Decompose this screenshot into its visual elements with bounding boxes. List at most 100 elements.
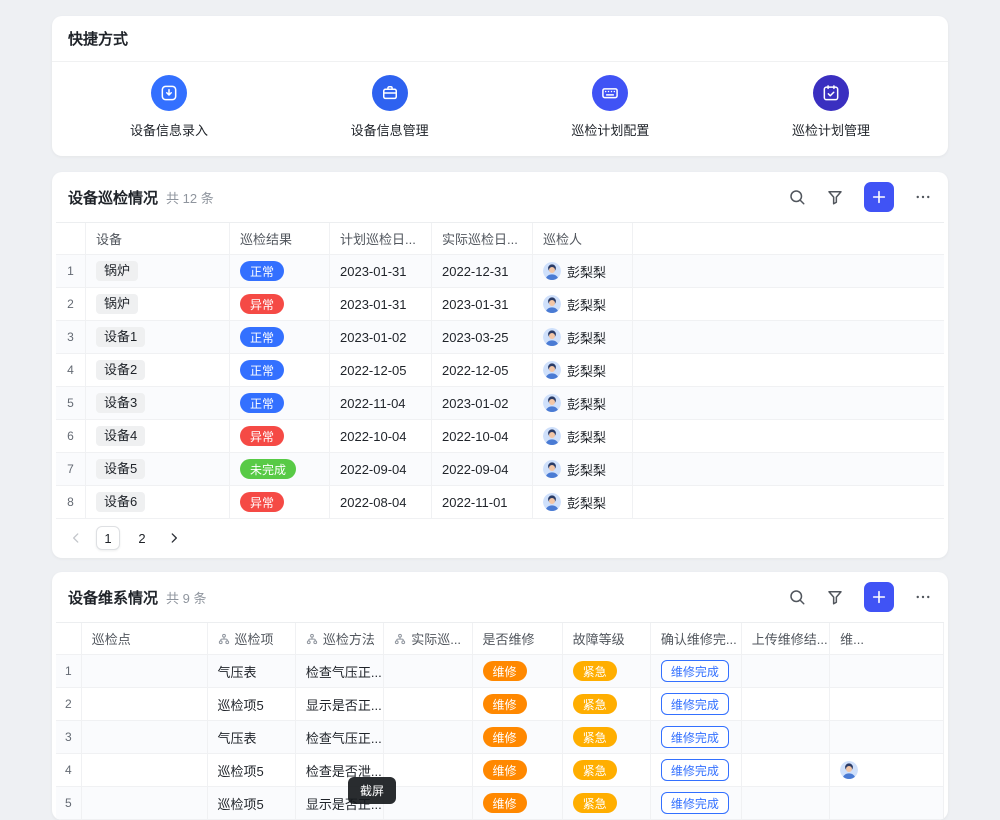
confirm-cell[interactable]: 维修完成 [651, 688, 742, 720]
actual-date-cell[interactable]: 2023-01-31 [432, 288, 533, 320]
device-cell[interactable]: 设备1 [86, 321, 230, 353]
upload-cell[interactable] [742, 688, 830, 720]
inspector-cell[interactable]: 彭梨梨 [533, 486, 633, 518]
result-cell[interactable]: 正常 [230, 321, 330, 353]
actual-date-cell[interactable]: 2023-01-02 [432, 387, 533, 419]
inspector-cell[interactable]: 彭梨梨 [533, 354, 633, 386]
repairer-cell[interactable] [830, 721, 944, 753]
item-cell[interactable]: 巡检项5 [208, 688, 296, 720]
device-tag[interactable]: 锅炉 [96, 294, 138, 315]
result-cell[interactable]: 正常 [230, 354, 330, 386]
level-badge[interactable]: 紧急 [573, 727, 617, 747]
table-row[interactable]: 7 设备5 未完成 2022-09-04 2022-09-04 彭梨梨 [56, 453, 944, 486]
shortcut-plan-config[interactable]: 巡检计划配置 [571, 75, 649, 139]
result-badge[interactable]: 异常 [240, 492, 284, 512]
actual-date-cell[interactable]: 2022-11-01 [432, 486, 533, 518]
column-header-last[interactable]: 维... [830, 623, 944, 654]
page-button-1[interactable]: 1 [96, 526, 120, 550]
table-row[interactable]: 1 气压表 检查气压正... 维修 紧急 维修完成 [56, 655, 944, 688]
inspector-cell[interactable]: 彭梨梨 [533, 321, 633, 353]
upload-cell[interactable] [742, 655, 830, 687]
plan-date-cell[interactable]: 2022-12-05 [330, 354, 432, 386]
device-cell[interactable]: 设备3 [86, 387, 230, 419]
column-header-plan-date[interactable]: 计划巡检日... [330, 223, 432, 254]
result-cell[interactable]: 正常 [230, 387, 330, 419]
device-cell[interactable]: 设备5 [86, 453, 230, 485]
actual-cell[interactable] [384, 721, 472, 753]
device-cell[interactable]: 锅炉 [86, 255, 230, 287]
search-icon[interactable] [788, 188, 806, 206]
upload-cell[interactable] [742, 721, 830, 753]
level-badge[interactable]: 紧急 [573, 694, 617, 714]
inspector-cell[interactable]: 彭梨梨 [533, 387, 633, 419]
item-cell[interactable]: 巡检项5 [208, 787, 296, 819]
actual-date-cell[interactable]: 2022-09-04 [432, 453, 533, 485]
upload-cell[interactable] [742, 787, 830, 819]
actual-cell[interactable] [384, 754, 472, 786]
table-row[interactable]: 5 巡检项5 显示是否正... 维修 紧急 维修完成 [56, 787, 944, 820]
inspector-cell[interactable]: 彭梨梨 [533, 288, 633, 320]
result-badge[interactable]: 正常 [240, 360, 284, 380]
point-cell[interactable] [82, 688, 208, 720]
repair-badge[interactable]: 维修 [483, 793, 527, 813]
device-cell[interactable]: 锅炉 [86, 288, 230, 320]
confirm-repair-button[interactable]: 维修完成 [661, 759, 729, 781]
confirm-repair-button[interactable]: 维修完成 [661, 792, 729, 814]
table-row[interactable]: 4 巡检项5 检查是否泄... 维修 紧急 维修完成 [56, 754, 944, 787]
actual-date-cell[interactable]: 2022-12-05 [432, 354, 533, 386]
column-header-actual-date[interactable]: 实际巡检日... [432, 223, 533, 254]
actual-date-cell[interactable]: 2022-10-04 [432, 420, 533, 452]
repair-badge[interactable]: 维修 [483, 661, 527, 681]
chevron-left-icon[interactable] [66, 528, 86, 548]
repairer-cell[interactable] [830, 688, 944, 720]
confirm-repair-button[interactable]: 维修完成 [661, 660, 729, 682]
more-icon[interactable] [914, 188, 932, 206]
result-cell[interactable]: 异常 [230, 486, 330, 518]
actual-date-cell[interactable]: 2022-12-31 [432, 255, 533, 287]
shortcut-device-entry[interactable]: 设备信息录入 [130, 75, 208, 139]
upload-cell[interactable] [742, 754, 830, 786]
repair-cell[interactable]: 维修 [473, 787, 563, 819]
point-cell[interactable] [82, 787, 208, 819]
point-cell[interactable] [82, 721, 208, 753]
point-cell[interactable] [82, 655, 208, 687]
column-header-level[interactable]: 故障等级 [563, 623, 651, 654]
device-tag[interactable]: 设备4 [96, 426, 145, 447]
repair-badge[interactable]: 维修 [483, 694, 527, 714]
level-cell[interactable]: 紧急 [563, 688, 651, 720]
device-tag[interactable]: 设备5 [96, 459, 145, 480]
result-cell[interactable]: 异常 [230, 420, 330, 452]
device-tag[interactable]: 锅炉 [96, 261, 138, 282]
level-badge[interactable]: 紧急 [573, 760, 617, 780]
level-cell[interactable]: 紧急 [563, 787, 651, 819]
repair-cell[interactable]: 维修 [473, 655, 563, 687]
inspector-cell[interactable]: 彭梨梨 [533, 255, 633, 287]
plan-date-cell[interactable]: 2022-10-04 [330, 420, 432, 452]
result-cell[interactable]: 正常 [230, 255, 330, 287]
item-cell[interactable]: 巡检项5 [208, 754, 296, 786]
device-cell[interactable]: 设备4 [86, 420, 230, 452]
repair-badge[interactable]: 维修 [483, 760, 527, 780]
shortcut-plan-manage[interactable]: 巡检计划管理 [792, 75, 870, 139]
level-cell[interactable]: 紧急 [563, 721, 651, 753]
table-row[interactable]: 3 气压表 检查气压正... 维修 紧急 维修完成 [56, 721, 944, 754]
repairer-cell[interactable] [830, 754, 944, 786]
column-header-point[interactable]: 巡检点 [82, 623, 208, 654]
actual-cell[interactable] [384, 688, 472, 720]
repair-cell[interactable]: 维修 [473, 754, 563, 786]
device-tag[interactable]: 设备1 [96, 327, 145, 348]
device-tag[interactable]: 设备6 [96, 492, 145, 513]
confirm-cell[interactable]: 维修完成 [651, 787, 742, 819]
confirm-repair-button[interactable]: 维修完成 [661, 693, 729, 715]
actual-cell[interactable] [384, 787, 472, 819]
method-cell[interactable]: 检查气压正... [296, 721, 384, 753]
column-header-item[interactable]: 巡检项 [208, 623, 296, 654]
method-cell[interactable]: 显示是否正... [296, 688, 384, 720]
device-cell[interactable]: 设备2 [86, 354, 230, 386]
result-badge[interactable]: 正常 [240, 261, 284, 281]
device-tag[interactable]: 设备2 [96, 360, 145, 381]
column-header-device[interactable]: 设备 [86, 223, 230, 254]
more-icon[interactable] [914, 588, 932, 606]
level-cell[interactable]: 紧急 [563, 655, 651, 687]
inspector-cell[interactable]: 彭梨梨 [533, 420, 633, 452]
